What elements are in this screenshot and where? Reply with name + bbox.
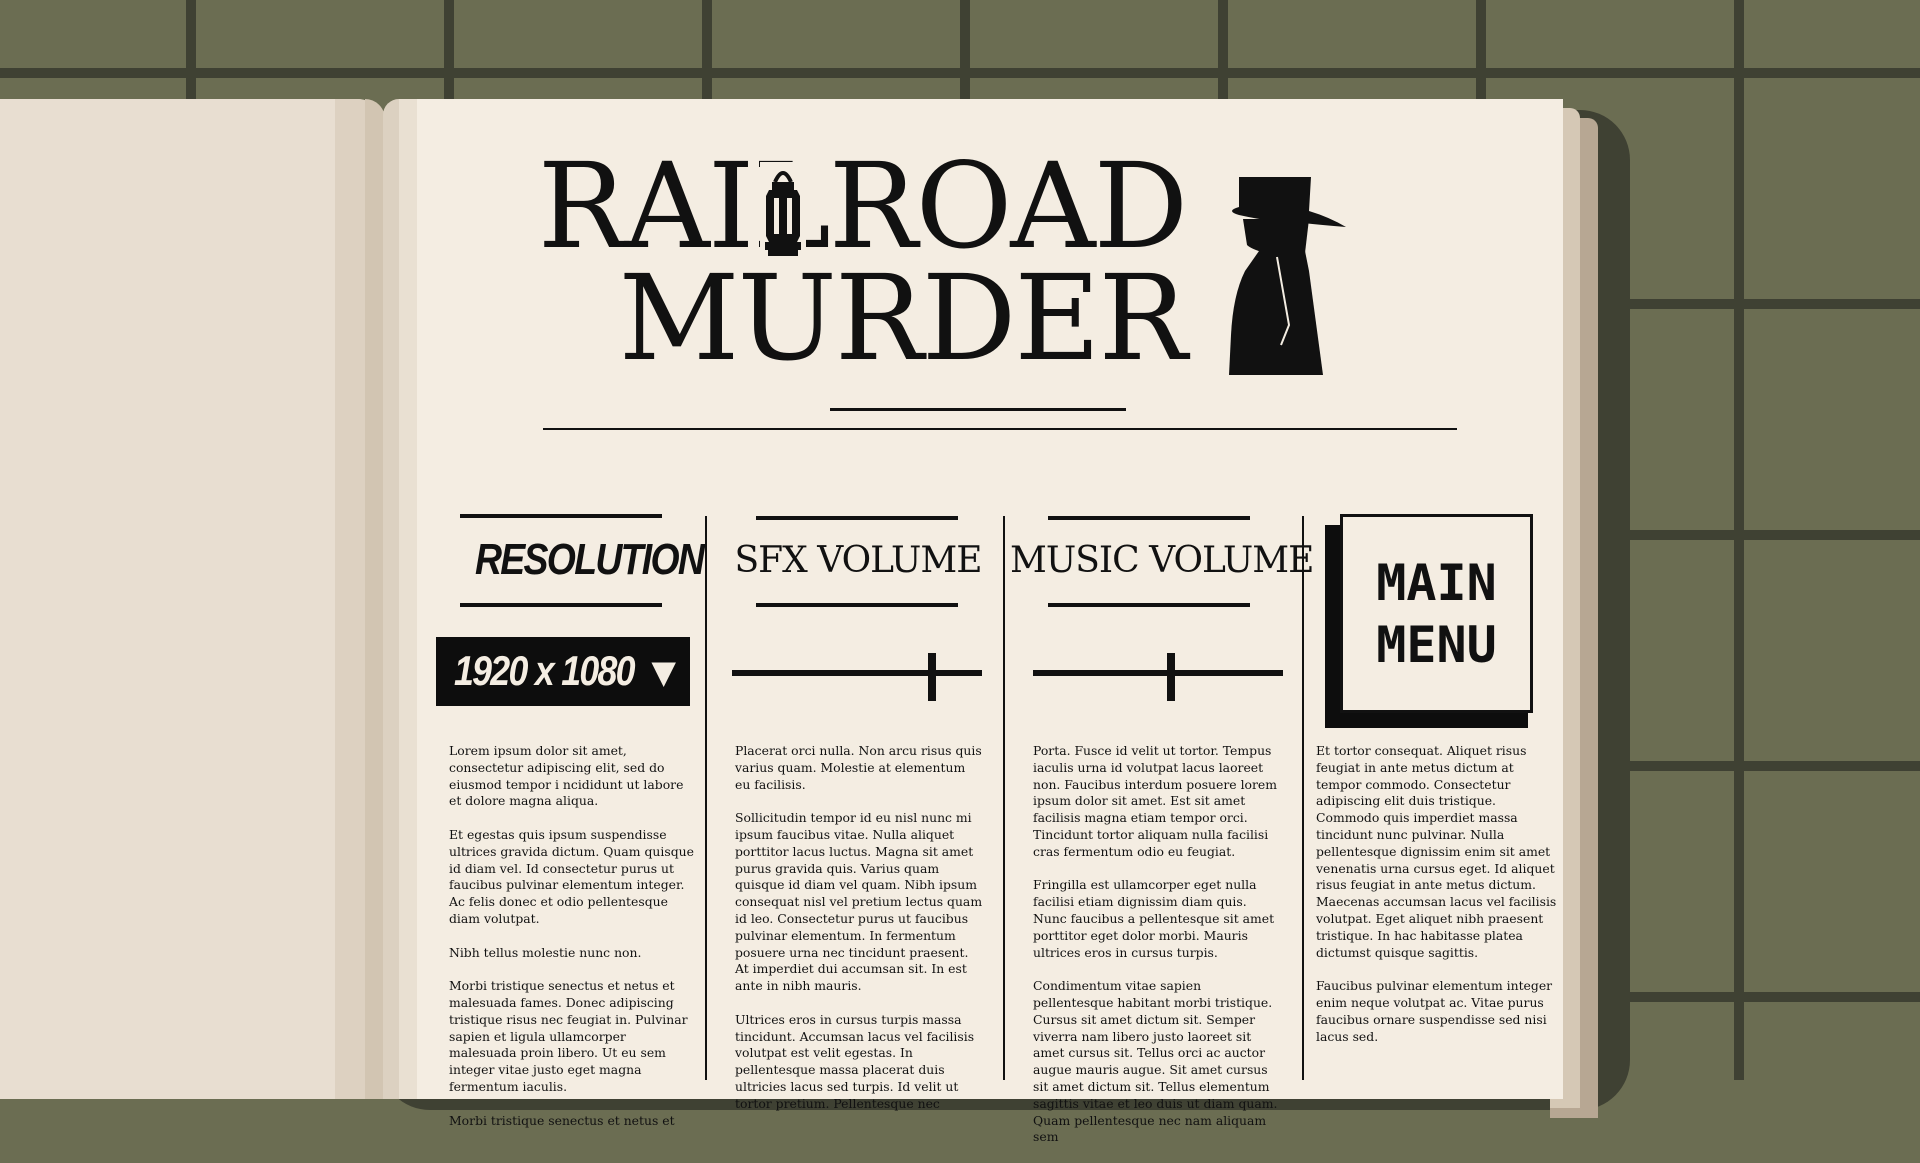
- detective-silhouette-icon: [1229, 177, 1346, 375]
- resolution-value: 1920 x 1080: [454, 647, 636, 694]
- paragraph: Lorem ipsum dolor sit amet, consectetur …: [449, 743, 684, 809]
- paragraph: Fringilla est ullamcorper eget nulla fac…: [1033, 877, 1275, 960]
- title-line-1: RAILROAD: [537, 137, 1188, 275]
- paragraph: Et egestas quis ipsum suspendisse ultric…: [449, 826, 694, 926]
- music-volume-label: MUSIC VOLUME: [1010, 540, 1314, 581]
- paragraph: Nibh tellus molestie nunc non.: [449, 944, 642, 960]
- column-divider: [1302, 516, 1304, 1080]
- column-divider: [1003, 516, 1005, 1080]
- slider-track: [1033, 670, 1283, 676]
- title-underline-long: [543, 428, 1457, 430]
- paragraph: Porta. Fusce id velit ut tortor. Tempus …: [1033, 743, 1277, 859]
- music-volume-slider[interactable]: [1033, 653, 1283, 701]
- sfx-volume-slider[interactable]: [732, 653, 982, 701]
- resolution-dropdown[interactable]: 1920 x 1080 ▼: [436, 637, 690, 706]
- paragraph: Faucibus pulvinar elementum integer enim…: [1316, 978, 1553, 1044]
- resolution-label: RESOLUTION: [475, 535, 705, 584]
- left-book-page: [0, 99, 385, 1099]
- paragraph: Placerat orci nulla. Non arcu risus quis…: [735, 743, 982, 792]
- main-menu-label: MAIN MENU: [1376, 553, 1497, 674]
- slider-track: [732, 670, 982, 676]
- paragraph: Sollicitudin tempor id eu nisl nunc mi i…: [735, 810, 983, 994]
- article-column-4: Et tortor consequat. Aliquet risus feugi…: [1316, 743, 1562, 1062]
- paragraph: Morbi tristique senectus et netus et mal…: [449, 978, 688, 1094]
- paragraph: Et tortor consequat. Aliquet risus feugi…: [1316, 743, 1557, 960]
- dropdown-arrow-icon: ▼: [651, 653, 676, 691]
- paragraph: Condimentum vitae sapien pellentesque ha…: [1033, 978, 1278, 1145]
- sfx-volume-label: SFX VOLUME: [734, 540, 982, 581]
- paragraph: Ultrices eros in cursus turpis massa tin…: [735, 1011, 975, 1111]
- main-menu-button[interactable]: MAIN MENU: [1340, 514, 1533, 713]
- lantern-icon: [760, 162, 806, 258]
- slider-thumb[interactable]: [928, 653, 936, 701]
- article-column-1: Lorem ipsum dolor sit amet, consectetur …: [449, 743, 697, 1146]
- game-title: RAILROAD MURDER: [538, 147, 1235, 377]
- paragraph: Morbi tristique senectus et netus et: [449, 1112, 675, 1128]
- column-divider: [705, 516, 707, 1080]
- title-underline-short: [830, 408, 1126, 411]
- article-column-3: Porta. Fusce id velit ut tortor. Tempus …: [1033, 743, 1281, 1163]
- article-column-2: Placerat orci nulla. Non arcu risus quis…: [735, 743, 983, 1129]
- title-line-2: MURDER: [618, 249, 1188, 387]
- slider-thumb[interactable]: [1166, 653, 1175, 701]
